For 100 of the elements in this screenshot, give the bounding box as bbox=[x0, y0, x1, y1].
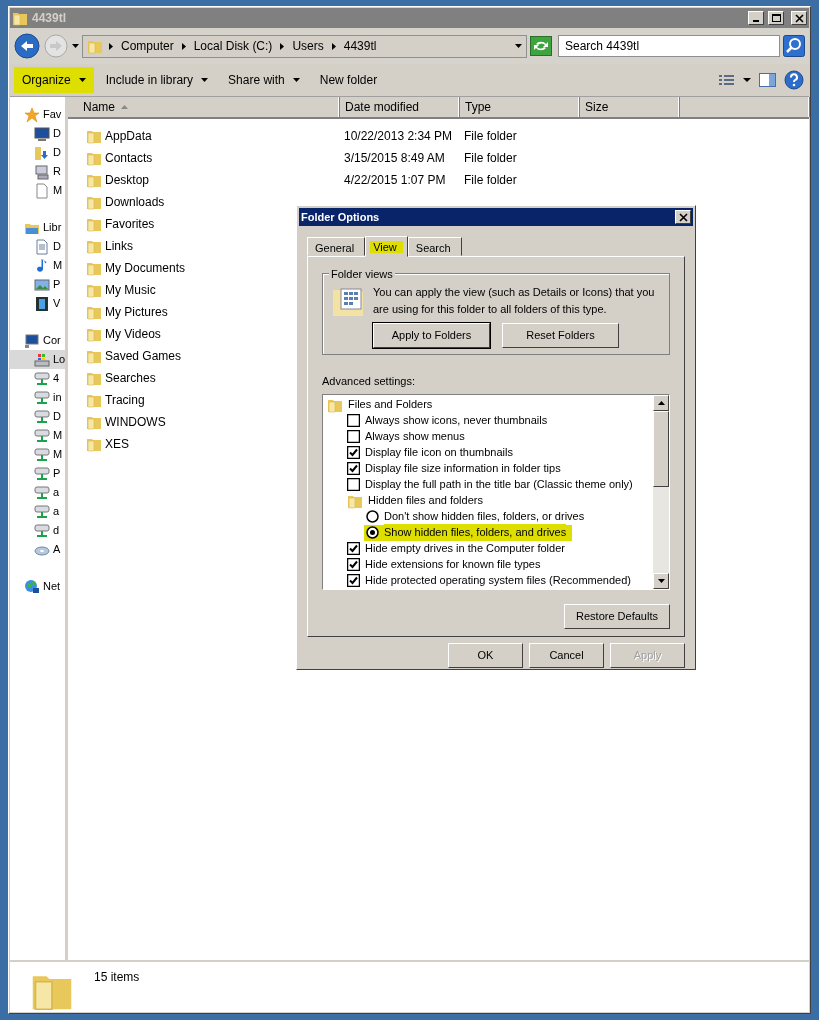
toolbar-button[interactable]: Share with bbox=[220, 67, 308, 93]
column-header[interactable]: Date modified bbox=[339, 97, 459, 117]
nav-item[interactable]: a bbox=[10, 502, 65, 521]
nav-item[interactable]: Lo bbox=[10, 350, 65, 369]
tree-group-label: Files and Folders bbox=[348, 397, 433, 413]
scroll-up-button[interactable] bbox=[653, 394, 669, 411]
toolbar-button[interactable]: Organize bbox=[14, 67, 94, 93]
file-name[interactable]: WINDOWS bbox=[105, 413, 166, 431]
checkbox[interactable] bbox=[347, 542, 360, 555]
checkbox[interactable] bbox=[347, 574, 360, 587]
folder-icon bbox=[86, 326, 102, 342]
search-button[interactable] bbox=[783, 35, 805, 57]
nav-item[interactable]: R bbox=[10, 162, 65, 181]
nav-item[interactable]: a bbox=[10, 483, 65, 502]
tab[interactable]: General bbox=[307, 237, 366, 256]
minimize-button[interactable] bbox=[748, 11, 764, 25]
tab[interactable]: Search bbox=[407, 237, 462, 256]
search-field[interactable]: Search 4439tl bbox=[558, 35, 780, 57]
nav-item[interactable]: M bbox=[10, 445, 65, 464]
help-icon[interactable] bbox=[783, 69, 805, 91]
folder-icon bbox=[86, 238, 102, 254]
file-name[interactable]: Favorites bbox=[105, 215, 155, 233]
checkbox[interactable] bbox=[347, 430, 360, 443]
toolbar-button[interactable]: Include in library bbox=[97, 67, 217, 93]
globe-icon bbox=[24, 578, 40, 595]
close-button[interactable] bbox=[675, 210, 691, 224]
option-label: Don't show hidden files, folders, or drives bbox=[384, 509, 585, 525]
column-header[interactable]: Type bbox=[459, 97, 579, 117]
nav-item[interactable]: V bbox=[10, 294, 65, 313]
nav-item[interactable]: Fav bbox=[10, 105, 65, 124]
maximize-button[interactable] bbox=[768, 11, 784, 25]
breadcrumb[interactable]: Users bbox=[290, 37, 326, 55]
nav-item[interactable]: 4 bbox=[10, 369, 65, 388]
file-name[interactable]: Contacts bbox=[105, 149, 153, 167]
nav-item[interactable]: M bbox=[10, 426, 65, 445]
caret-icon[interactable] bbox=[741, 76, 753, 84]
file-name[interactable]: Desktop bbox=[105, 171, 150, 189]
nav-item[interactable]: Libr bbox=[10, 218, 65, 237]
nav-item[interactable]: in bbox=[10, 388, 65, 407]
scroll-thumb[interactable] bbox=[653, 410, 669, 487]
file-name[interactable]: My Music bbox=[105, 281, 156, 299]
option-label: Always show menus bbox=[365, 429, 465, 445]
action-button[interactable]: Apply to Folders bbox=[373, 323, 490, 348]
download-folder-icon bbox=[34, 144, 50, 161]
radio-button[interactable] bbox=[366, 526, 379, 539]
column-header[interactable]: Name bbox=[68, 97, 339, 117]
nav-item[interactable]: P bbox=[10, 275, 65, 294]
nav-item[interactable]: D bbox=[10, 237, 65, 256]
file-name[interactable]: Tracing bbox=[105, 391, 145, 409]
nav-item[interactable]: P bbox=[10, 464, 65, 483]
star-icon bbox=[24, 106, 40, 123]
checkbox[interactable] bbox=[347, 414, 360, 427]
refresh-button[interactable] bbox=[530, 36, 552, 56]
network-drive-icon bbox=[34, 446, 50, 463]
tab[interactable]: View bbox=[365, 236, 408, 257]
view-options-icon[interactable] bbox=[717, 72, 737, 88]
scroll-down-button[interactable] bbox=[653, 572, 669, 589]
nav-item[interactable]: Cor bbox=[10, 331, 65, 350]
back-button[interactable] bbox=[14, 33, 40, 59]
nav-item[interactable]: A bbox=[10, 540, 65, 559]
file-name[interactable]: AppData bbox=[105, 127, 152, 145]
preview-pane-icon[interactable] bbox=[757, 71, 779, 89]
file-name[interactable]: Saved Games bbox=[105, 347, 182, 365]
address-bar[interactable]: Computer Local Disk (C:) Users 4439tl bbox=[82, 34, 527, 58]
picture-icon bbox=[34, 276, 50, 293]
radio-button[interactable] bbox=[366, 510, 379, 523]
folder-icon bbox=[86, 370, 102, 386]
nav-item[interactable]: d bbox=[10, 521, 65, 540]
nav-item[interactable]: M bbox=[10, 181, 65, 200]
nav-item[interactable]: Net bbox=[10, 577, 65, 596]
column-header[interactable]: Size bbox=[579, 97, 679, 117]
nav-item[interactable]: D bbox=[10, 407, 65, 426]
file-name[interactable]: XES bbox=[105, 435, 129, 453]
breadcrumb[interactable]: Local Disk (C:) bbox=[191, 37, 275, 55]
dialog-button[interactable]: OK bbox=[448, 643, 523, 668]
checkbox[interactable] bbox=[347, 446, 360, 459]
nav-item[interactable]: D bbox=[10, 124, 65, 143]
close-icon bbox=[678, 212, 688, 222]
network-drive-icon bbox=[34, 370, 50, 387]
checkbox[interactable] bbox=[347, 478, 360, 491]
window-title: 4439tl bbox=[32, 10, 67, 27]
breadcrumb[interactable]: 4439tl bbox=[341, 37, 379, 55]
checkbox[interactable] bbox=[347, 462, 360, 475]
file-name[interactable]: Links bbox=[105, 237, 133, 255]
toolbar-button[interactable]: New folder bbox=[311, 67, 386, 93]
dialog-button[interactable]: Cancel bbox=[529, 643, 604, 668]
nav-item[interactable]: M bbox=[10, 256, 65, 275]
close-icon bbox=[794, 13, 804, 23]
file-name[interactable]: My Videos bbox=[105, 325, 161, 343]
close-button[interactable] bbox=[791, 11, 807, 25]
nav-item[interactable]: D bbox=[10, 143, 65, 162]
option-label: Display file size information in folder tips bbox=[365, 461, 561, 477]
action-button[interactable]: Reset Folders bbox=[502, 323, 619, 348]
file-name[interactable]: My Documents bbox=[105, 259, 186, 277]
file-name[interactable]: Searches bbox=[105, 369, 156, 387]
file-name[interactable]: My Pictures bbox=[105, 303, 168, 321]
checkbox[interactable] bbox=[347, 558, 360, 571]
breadcrumb[interactable]: Computer bbox=[119, 37, 176, 55]
restore-defaults-button[interactable]: Restore Defaults bbox=[564, 603, 670, 629]
file-name[interactable]: Downloads bbox=[105, 193, 165, 211]
